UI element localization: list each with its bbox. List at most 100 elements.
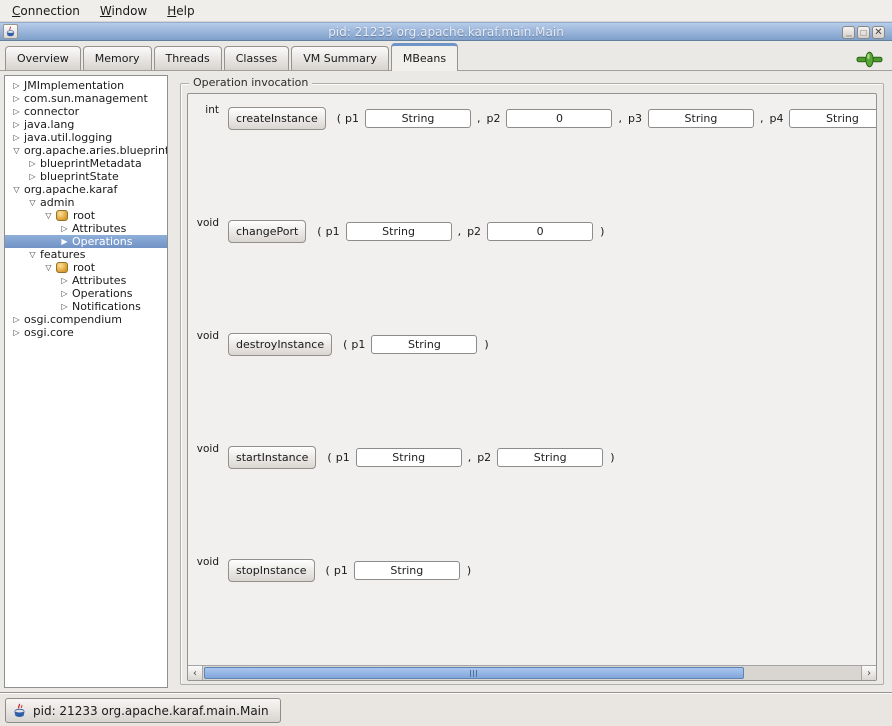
expanded-arrow-icon[interactable]: ▽ (25, 248, 40, 261)
startInstance-p1-input[interactable] (356, 448, 462, 467)
collapsed-arrow-icon[interactable]: ▷ (25, 157, 40, 170)
expanded-arrow-icon[interactable]: ▽ (9, 144, 24, 157)
tree-node-attributes[interactable]: ▷Attributes (5, 274, 167, 287)
chevron-right-icon: › (867, 668, 871, 679)
invoke-createInstance-button[interactable]: createInstance (228, 107, 326, 130)
tree-node-label: root (73, 261, 95, 274)
tree-node-root[interactable]: ▽ root (5, 261, 167, 274)
expanded-arrow-icon[interactable]: ▽ (41, 261, 56, 274)
collapsed-arrow-icon[interactable]: ▶ (57, 235, 72, 248)
startInstance-p2-input[interactable] (497, 448, 603, 467)
green-plug-connected-icon (856, 51, 883, 68)
scroll-right-button[interactable]: › (861, 666, 876, 680)
scroll-left-button[interactable]: ‹ (188, 666, 203, 680)
menu-connection[interactable]: Connection (2, 0, 90, 21)
menu-window[interactable]: Window (90, 0, 157, 21)
collapsed-arrow-icon[interactable]: ▷ (9, 79, 24, 92)
scrollbar-grip-icon (476, 670, 477, 677)
collapsed-arrow-icon[interactable]: ▷ (25, 170, 40, 183)
mbeans-tab-content: ▷JMImplementation▷com.sun.management▷con… (0, 70, 892, 692)
tree-node-osgi-core[interactable]: ▷osgi.core (5, 326, 167, 339)
tab-overview[interactable]: Overview (5, 46, 81, 70)
collapsed-arrow-icon[interactable]: ▷ (9, 118, 24, 131)
tab-mbeans[interactable]: MBeans (391, 43, 458, 71)
operation-return-type: void (195, 330, 219, 342)
close-icon: ✕ (874, 28, 882, 38)
tab-classes[interactable]: Classes (224, 46, 289, 70)
tab-threads[interactable]: Threads (154, 46, 222, 70)
changePort-p2-input[interactable] (487, 222, 593, 241)
collapsed-arrow-icon[interactable]: ▷ (9, 326, 24, 339)
tree-node-blueprintmetadata[interactable]: ▷blueprintMetadata (5, 157, 167, 170)
param-name-p1: p1 (351, 338, 365, 351)
tree-node-features[interactable]: ▽features (5, 248, 167, 261)
createInstance-p4-input[interactable] (789, 109, 876, 128)
invoke-changePort-button[interactable]: changePort (228, 220, 306, 243)
tree-node-label: Operations (72, 235, 132, 248)
frame-menu-button[interactable] (3, 24, 18, 39)
tree-node-root[interactable]: ▽root (5, 209, 167, 222)
internal-frame-titlebar: pid: 21233 org.apache.karaf.main.Main ✕ (0, 22, 892, 41)
expanded-arrow-icon[interactable]: ▽ (9, 183, 24, 196)
minimize-button[interactable] (842, 26, 855, 39)
collapsed-arrow-icon[interactable]: ▷ (9, 105, 24, 118)
tree-node-org-apache-aries-blueprint[interactable]: ▽org.apache.aries.blueprint (5, 144, 167, 157)
operation-return-type: int (195, 104, 219, 116)
invoke-startInstance-button[interactable]: startInstance (228, 446, 316, 469)
close-button[interactable]: ✕ (872, 26, 885, 39)
param-separator: , (468, 451, 472, 464)
tab-memory[interactable]: Memory (83, 46, 152, 70)
window-controls: ✕ (842, 26, 885, 39)
collapsed-arrow-icon[interactable]: ▷ (57, 300, 72, 313)
tab-vm-summary[interactable]: VM Summary (291, 46, 389, 70)
collapsed-arrow-icon[interactable]: ▷ (9, 92, 24, 105)
operation-row-createInstance: intcreateInstance(p1,p2,p3,p4, (192, 106, 876, 130)
close-token: ) (467, 564, 471, 577)
param-name-p2: p2 (487, 112, 501, 125)
tree-node-org-apache-karaf[interactable]: ▽org.apache.karaf (5, 183, 167, 196)
tree-node-java-lang[interactable]: ▷java.lang (5, 118, 167, 131)
mbean-tree: ▷JMImplementation▷com.sun.management▷con… (4, 75, 168, 688)
createInstance-p1-input[interactable] (365, 109, 471, 128)
mbean-icon (56, 262, 68, 273)
destroyInstance-p1-input[interactable] (371, 335, 477, 354)
operations-list: intcreateInstance(p1,p2,p3,p4,voidchange… (188, 94, 876, 665)
tree-node-operations[interactable]: ▷Operations (5, 287, 167, 300)
tree-node-blueprintstate[interactable]: ▷blueprintState (5, 170, 167, 183)
tree-node-osgi-compendium[interactable]: ▷osgi.compendium (5, 313, 167, 326)
connection-status (856, 51, 883, 68)
expanded-arrow-icon[interactable]: ▽ (41, 209, 56, 222)
stopInstance-p1-input[interactable] (354, 561, 460, 580)
invoke-stopInstance-button[interactable]: stopInstance (228, 559, 315, 582)
tree-node-jmimplementation[interactable]: ▷JMImplementation (5, 79, 167, 92)
collapsed-arrow-icon[interactable]: ▷ (9, 131, 24, 144)
tree-node-notifications[interactable]: ▷Notifications (5, 300, 167, 313)
collapsed-arrow-icon[interactable]: ▷ (57, 274, 72, 287)
tree-node-java-util-logging[interactable]: ▷java.util.logging (5, 131, 167, 144)
tree-node-com-sun-management[interactable]: ▷com.sun.management (5, 92, 167, 105)
createInstance-p2-input[interactable] (506, 109, 612, 128)
tree-node-label: blueprintMetadata (40, 157, 142, 170)
tree-node-connector[interactable]: ▷connector (5, 105, 167, 118)
createInstance-p3-input[interactable] (648, 109, 754, 128)
window-title: pid: 21233 org.apache.karaf.main.Main (0, 25, 892, 39)
tab-bar: OverviewMemoryThreadsClassesVM SummaryMB… (0, 41, 892, 70)
scrollbar-grip-icon (470, 670, 471, 677)
tree-node-attributes[interactable]: ▷Attributes (5, 222, 167, 235)
frame-taskbar-button[interactable]: pid: 21233 org.apache.karaf.main.Main (5, 698, 281, 723)
expanded-arrow-icon[interactable]: ▽ (25, 196, 40, 209)
collapsed-arrow-icon[interactable]: ▷ (57, 287, 72, 300)
changePort-p1-input[interactable] (346, 222, 452, 241)
scrollbar-thumb[interactable] (204, 667, 744, 679)
scrollbar-track[interactable] (203, 666, 861, 680)
collapsed-arrow-icon[interactable]: ▷ (57, 222, 72, 235)
tree-node-admin[interactable]: ▽admin (5, 196, 167, 209)
tree-node-label: osgi.compendium (24, 313, 122, 326)
menu-help[interactable]: Help (157, 0, 204, 21)
tree-node-operations[interactable]: ▶Operations (5, 235, 167, 248)
invoke-destroyInstance-button[interactable]: destroyInstance (228, 333, 332, 356)
operation-return-type: void (195, 443, 219, 455)
tree-node-label: features (40, 248, 85, 261)
maximize-button[interactable] (857, 26, 870, 39)
collapsed-arrow-icon[interactable]: ▷ (9, 313, 24, 326)
